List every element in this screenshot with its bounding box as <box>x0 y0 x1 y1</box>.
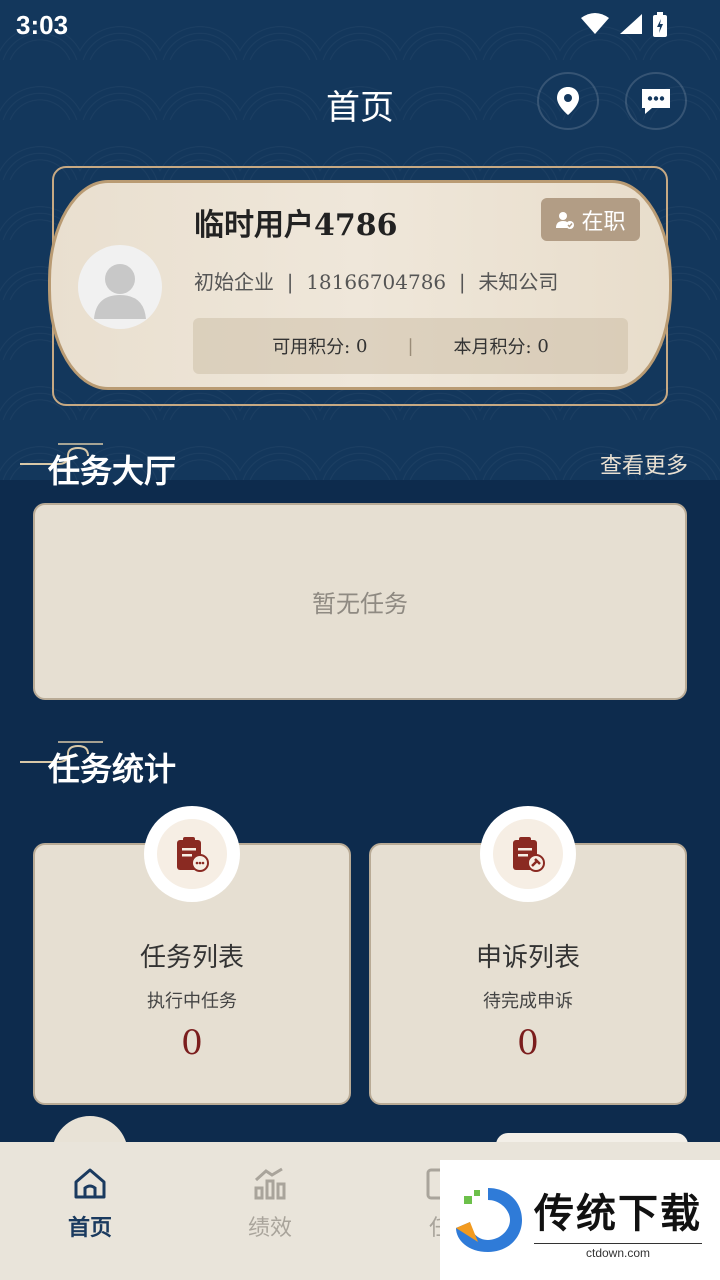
appeal-list-icon-wrap <box>480 806 576 902</box>
battery-icon <box>653 12 667 37</box>
card-title: 申诉列表 <box>475 943 580 973</box>
points-box: 可用积分: 0 | 本月积分: 0 <box>193 318 628 374</box>
watermark-logo-icon <box>456 1188 522 1252</box>
signal-icon <box>620 14 642 34</box>
task-list-icon-wrap <box>144 806 240 902</box>
info-separator: | <box>286 270 294 294</box>
card-subtitle: 执行中任务 <box>147 991 237 1012</box>
points-separator: | <box>407 335 414 357</box>
chart-icon <box>254 1167 286 1200</box>
card-title: 任务列表 <box>139 943 244 973</box>
phone-number: 18166704786 <box>306 270 447 294</box>
task-hall-panel: 暂无任务 <box>33 503 687 700</box>
task-hall-title: 任务大厅 <box>48 452 177 490</box>
message-button[interactable] <box>625 72 687 130</box>
clipboard-chat-icon <box>177 837 209 872</box>
clipboard-gavel-icon <box>513 837 545 872</box>
card-subtitle: 待完成申诉 <box>483 991 573 1012</box>
watermark-url: ctdown.com <box>534 1242 702 1260</box>
status-badge-label: 在职 <box>581 209 626 235</box>
watermark-logo: 传统下载 ctdown.com <box>440 1160 720 1280</box>
chat-bubble-icon <box>642 89 670 114</box>
info-separator: | <box>458 270 466 294</box>
month-points-value: 0 <box>537 335 549 357</box>
wifi-icon <box>581 13 609 34</box>
user-name: 临时用户4786 <box>194 208 398 243</box>
tab-home[interactable]: 首页 <box>30 1166 150 1242</box>
empty-task-text: 暂无任务 <box>312 590 408 618</box>
user-avatar-icon <box>94 264 146 319</box>
see-more-link[interactable]: 查看更多 <box>600 448 688 480</box>
page-title: 首页 <box>326 88 394 128</box>
status-badge: 在职 <box>541 198 640 241</box>
status-time: 3:03 <box>16 10 69 40</box>
card-count: 0 <box>517 1023 539 1063</box>
avatar[interactable] <box>78 245 162 329</box>
tab-label: 首页 <box>67 1215 112 1241</box>
status-bar: 3:03 <box>0 0 720 52</box>
user-info: 初始企业 | 18166704786 | 未知公司 <box>194 266 558 295</box>
company-name: 初始企业 <box>194 270 274 294</box>
user-check-icon <box>556 211 575 229</box>
watermark-title: 传统下载 <box>534 1190 702 1237</box>
card-count: 0 <box>181 1023 203 1063</box>
available-points-value: 0 <box>356 335 368 357</box>
tab-performance[interactable]: 绩效 <box>210 1166 330 1242</box>
location-pin-icon <box>557 87 579 115</box>
month-points-label: 本月积分: <box>453 337 532 358</box>
tab-label: 绩效 <box>247 1216 292 1241</box>
home-icon <box>74 1168 106 1199</box>
available-points-label: 可用积分: <box>272 337 351 358</box>
task-stats-title: 任务统计 <box>48 750 177 788</box>
location-button[interactable] <box>537 72 599 130</box>
org-name: 未知公司 <box>478 270 559 294</box>
